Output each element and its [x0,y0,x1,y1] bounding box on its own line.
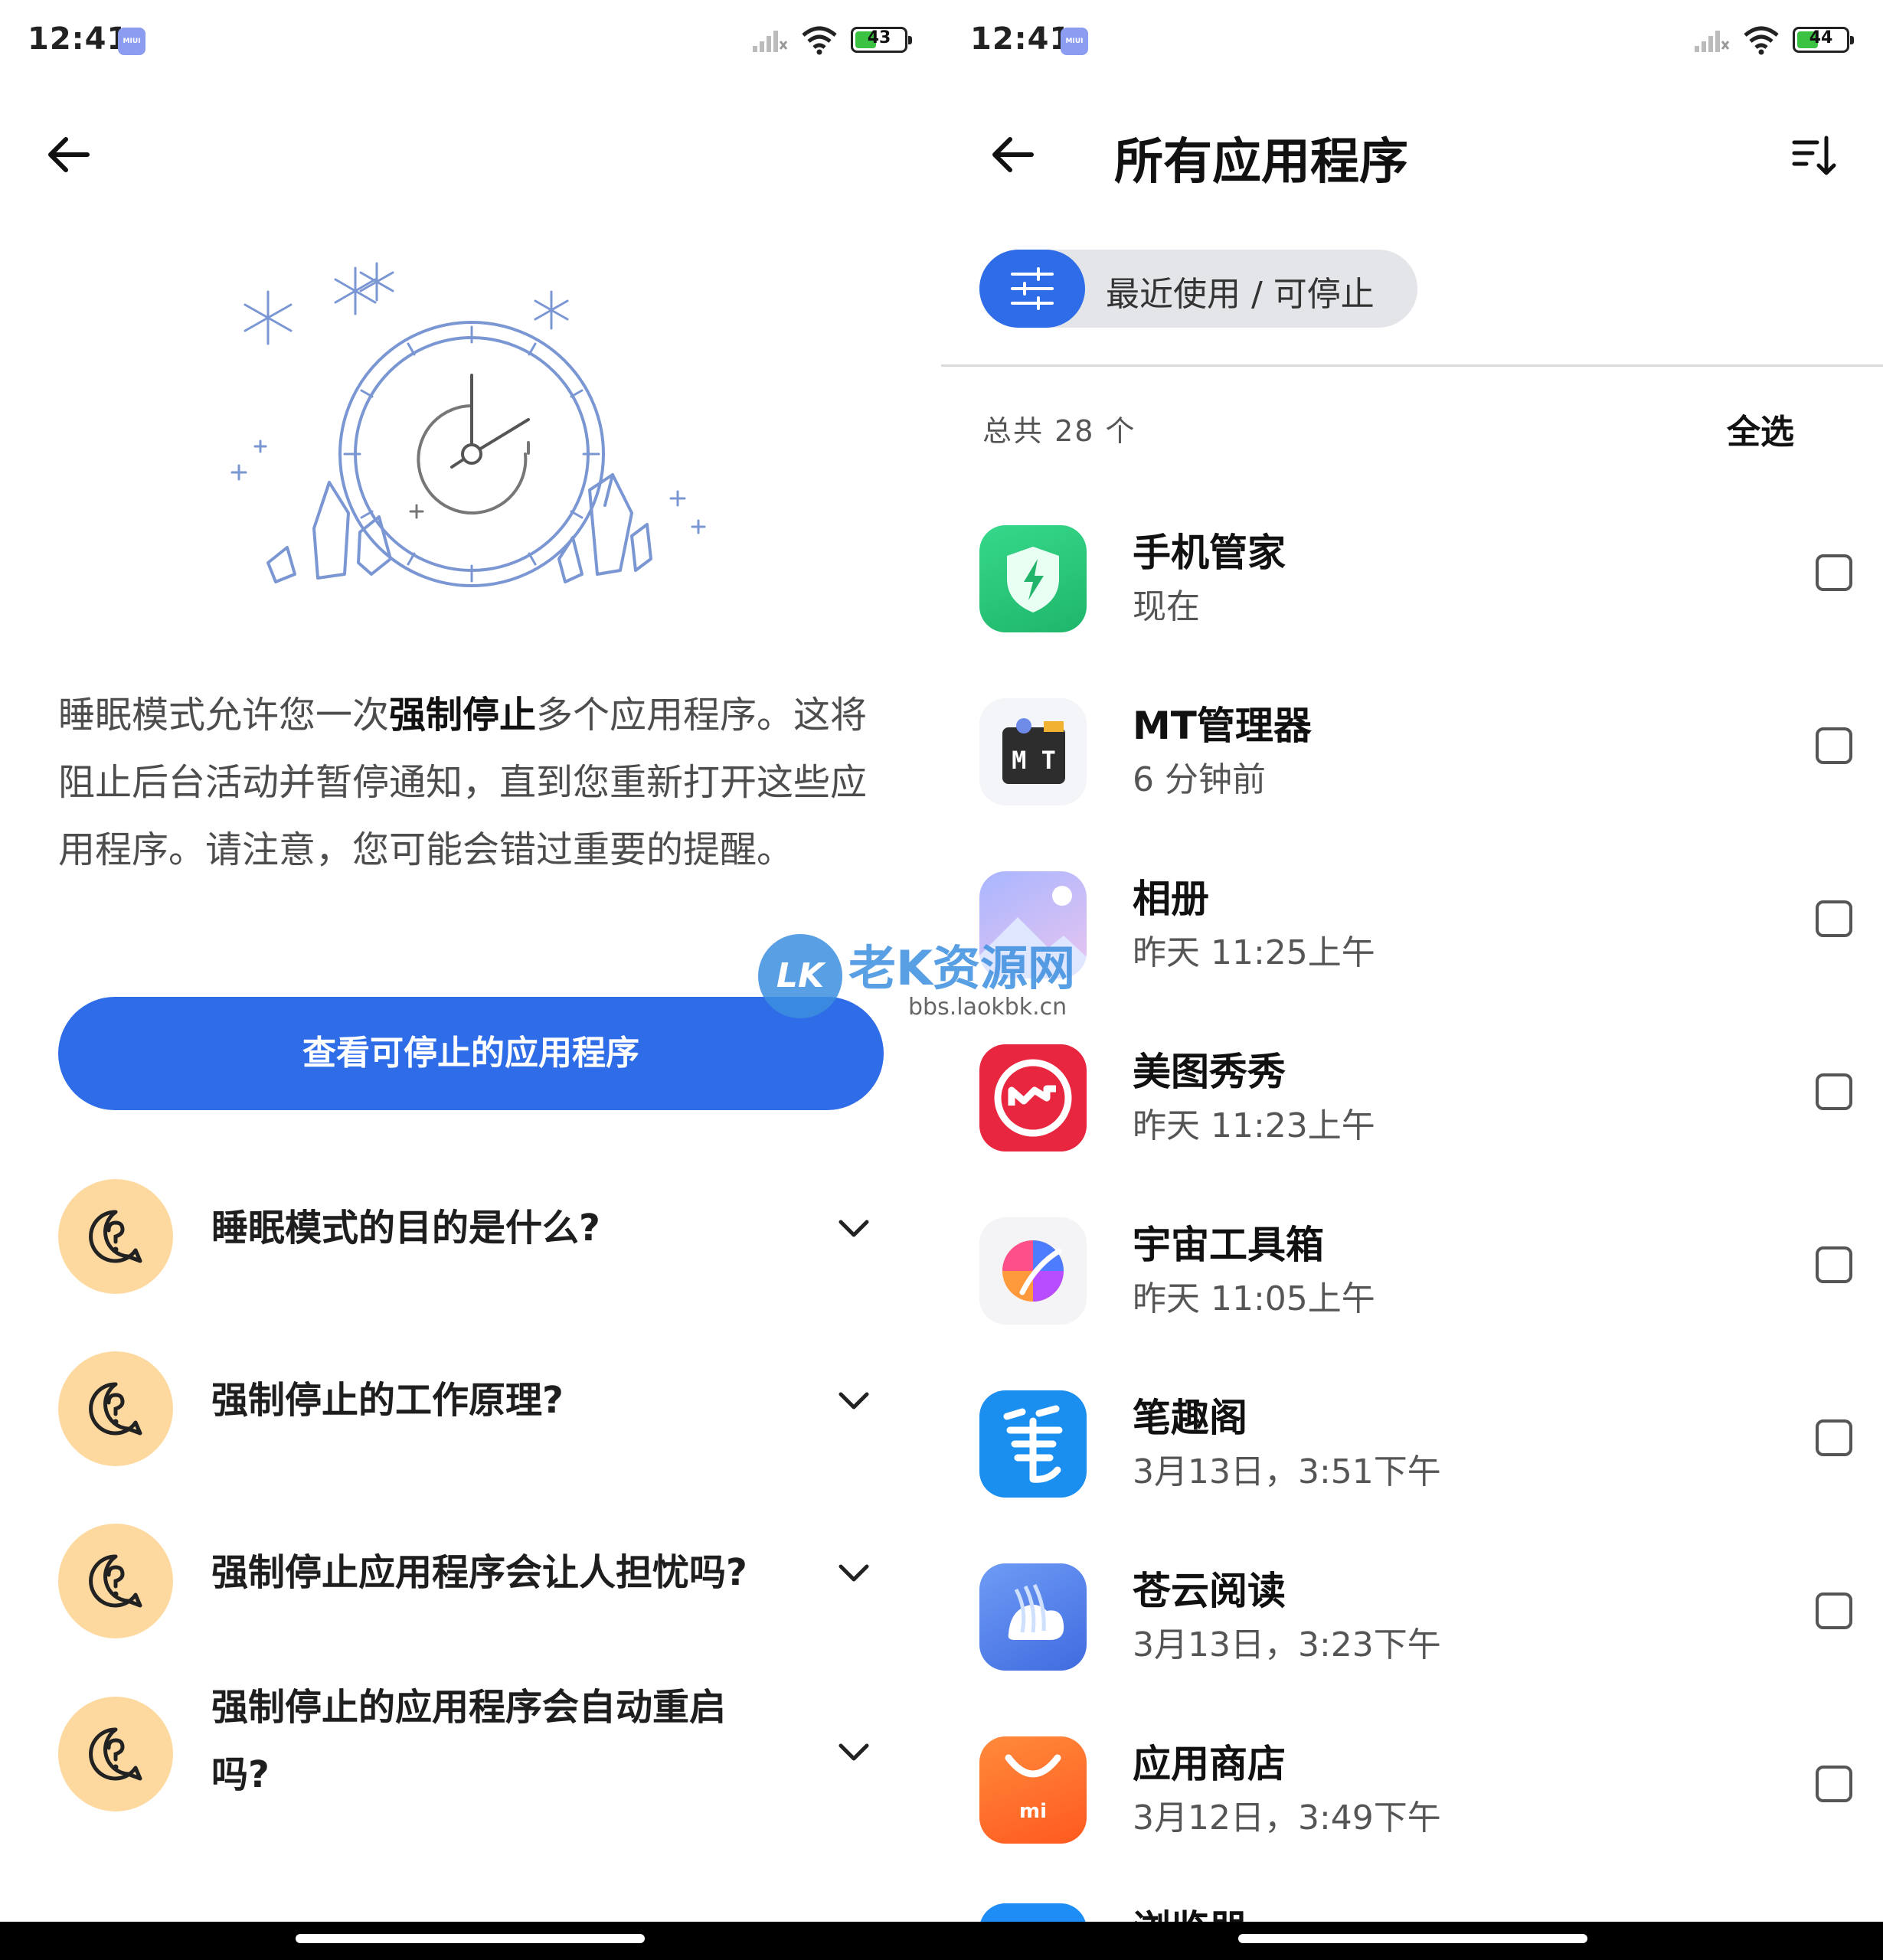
wifi-icon [802,26,837,55]
chevron-down-icon[interactable] [835,1210,873,1248]
app-name: 美图秀秀 [1133,1050,1286,1094]
filter-pill[interactable]: 最近使用 / 可停止 [979,250,1417,328]
app-row[interactable]: 宇宙工具箱 昨天 11:05上午 [979,1217,1852,1355]
watermark-title: 老K资源网 [848,940,1076,996]
app-row[interactable]: 美图秀秀 昨天 11:23上午 [979,1044,1852,1182]
watermark-url: bbs.laokbk.cn [908,994,1067,1021]
select-all-button[interactable]: 全选 [1727,404,1794,453]
faq-question: 强制停止应用程序会让人担忧吗? [211,1551,747,1594]
app-name: 手机管家 [1133,531,1286,575]
app-name: MT管理器 [1133,704,1312,748]
app-name: 笔趣阁 [1133,1396,1247,1440]
chevron-down-icon[interactable] [835,1554,873,1592]
faq-question: 睡眠模式的目的是什么? [211,1207,600,1250]
faq-question: 强制停止的应用程序会自动重启吗? [211,1686,727,1796]
toolbox-icon [979,1217,1087,1325]
watermark-logo: LK [758,934,842,1018]
app-last-used: 现在 [1133,587,1200,626]
mt-manager-icon: M T [979,698,1087,805]
status-icons: 44 [1693,24,1854,55]
faq-question: 强制停止的工作原理? [211,1379,564,1422]
wifi-icon [1744,26,1779,55]
app-row[interactable]: 手机管家 现在 [979,525,1852,663]
svg-text:M T: M T [1012,746,1056,775]
app-store-icon: mi [979,1736,1087,1844]
app-row[interactable]: 笔趣阁 3月13日，3:51下午 [979,1390,1852,1528]
battery-level: 44 [1809,28,1833,47]
battery-indicator: 43 [851,27,912,53]
cangyun-icon [979,1563,1087,1671]
app-last-used: 3月12日，3:49下午 [1133,1798,1441,1838]
description-emphasis: 强制停止 [389,694,537,737]
app-last-used: 3月13日，3:23下午 [1133,1625,1441,1664]
status-bar: 12:41 MIUI 43 [0,0,941,84]
app-row[interactable]: M T MT管理器 6 分钟前 [979,698,1852,836]
app-name: 宇宙工具箱 [1133,1223,1324,1267]
signal-icon [753,31,788,52]
status-time: 12:41 [28,21,129,57]
app-checkbox[interactable] [1816,727,1852,764]
filter-label: 最近使用 / 可停止 [1106,275,1375,314]
chevron-down-icon[interactable] [835,1733,873,1772]
navigation-bar [0,1922,1883,1960]
watermark: LK 老K资源网 bbs.laokbk.cn [758,929,1141,1029]
question-bubble-icon [58,1697,173,1811]
app-name: 应用商店 [1133,1742,1286,1786]
app-row[interactable]: mi 应用商店 3月12日，3:49下午 [979,1736,1852,1874]
app-last-used: 昨天 11:23上午 [1133,1106,1375,1145]
app-checkbox[interactable] [1816,1592,1852,1629]
faq-item[interactable]: 强制停止的工作原理? [58,1351,885,1466]
app-row[interactable]: 苍云阅读 3月13日，3:23下午 [979,1563,1852,1701]
chevron-down-icon[interactable] [835,1382,873,1420]
app-checkbox[interactable] [1816,900,1852,937]
total-count: 总共 28 个 [982,414,1136,448]
app-last-used: 6 分钟前 [1133,760,1266,799]
status-bar: 12:41 MIUI 44 [941,0,1883,84]
question-bubble-icon [58,1179,173,1294]
battery-indicator: 44 [1793,27,1854,53]
back-arrow-icon[interactable] [44,130,93,179]
page-title: 所有应用程序 [1114,134,1408,191]
sliders-icon [1011,267,1054,310]
sort-icon[interactable] [1791,132,1840,181]
description-text-1: 睡眠模式允许您一次 [58,694,390,737]
status-time: 12:41 [970,21,1072,57]
faq-item[interactable]: 睡眠模式的目的是什么? [58,1179,885,1294]
app-checkbox[interactable] [1816,554,1852,591]
question-bubble-icon [58,1524,173,1638]
faq-item[interactable]: 强制停止的应用程序会自动重启吗? [58,1686,885,1831]
app-last-used: 昨天 11:05上午 [1133,1279,1375,1318]
svg-text:mi: mi [1019,1800,1047,1823]
filter-toggle[interactable] [979,250,1085,328]
biquge-icon [979,1390,1087,1498]
app-name: 浏览器 [1133,1899,1247,1922]
app-name: 苍云阅读 [1133,1569,1286,1613]
meitu-icon [979,1044,1087,1152]
home-indicator[interactable] [1238,1934,1587,1943]
app-checkbox[interactable] [1816,1766,1852,1802]
app-name: 相册 [1133,877,1209,921]
shield-icon [979,525,1087,632]
sleep-mode-description: 睡眠模式允许您一次强制停止多个应用程序。这将阻止后台活动并暂停通知，直到您重新打… [58,681,885,884]
back-arrow-icon[interactable] [989,130,1038,179]
app-row[interactable]: 浏览器 [979,1903,1852,1922]
faq-item[interactable]: 强制停止应用程序会让人担忧吗? [58,1524,885,1638]
browser-icon [979,1903,1087,1922]
home-indicator[interactable] [296,1934,645,1943]
signal-icon [1695,31,1730,52]
app-checkbox[interactable] [1816,1419,1852,1456]
app-checkbox[interactable] [1816,1073,1852,1110]
app-checkbox[interactable] [1816,1246,1852,1283]
battery-level: 43 [867,28,891,47]
app-last-used: 昨天 11:25上午 [1133,933,1375,972]
divider [941,364,1883,367]
miui-badge: MIUI [1061,28,1088,55]
question-bubble-icon [58,1351,173,1466]
frozen-clock-illustration [230,262,706,587]
miui-badge: MIUI [118,28,145,55]
status-icons: 43 [751,24,912,55]
app-last-used: 3月13日，3:51下午 [1133,1452,1441,1491]
